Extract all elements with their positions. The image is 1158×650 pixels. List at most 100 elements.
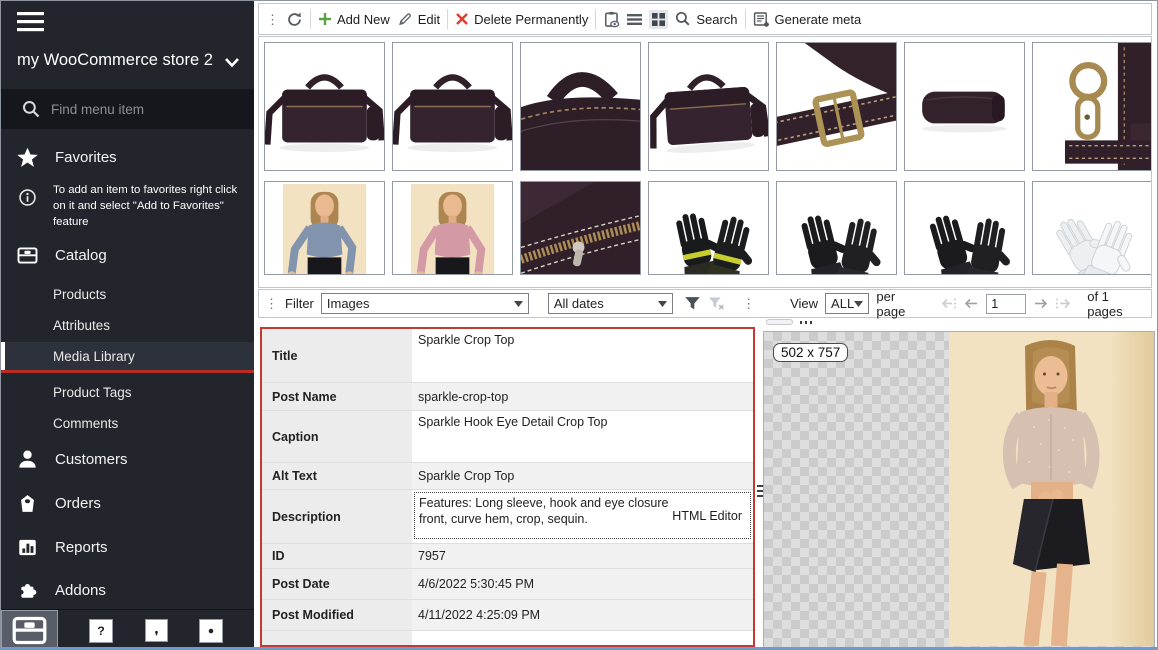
last-page-button[interactable]	[1055, 297, 1072, 310]
table-row[interactable]: Post Modified 4/11/2022 4:25:09 PM	[262, 600, 753, 631]
delete-permanently-button[interactable]: Delete Permanently	[455, 12, 588, 27]
sidebar-item-products[interactable]: Products	[1, 280, 254, 308]
star-icon	[16, 146, 39, 169]
thumbnail-model-blue-crop-top[interactable]	[264, 181, 385, 275]
sidebar-item-reports[interactable]: Reports	[1, 529, 254, 565]
per-page-select[interactable]: ALL	[825, 293, 869, 314]
thumbnail-bag-handle-closeup[interactable]	[520, 42, 641, 171]
chevron-down-icon	[224, 55, 240, 73]
edit-button[interactable]: Edit	[397, 11, 440, 27]
lock-icon[interactable]	[145, 619, 168, 642]
table-filler	[262, 631, 753, 645]
thumbnail-black-gloves[interactable]	[776, 181, 897, 275]
row-value[interactable]: Sparkle Hook Eye Detail Crop Top	[412, 411, 753, 462]
thumbnail-work-gloves[interactable]	[648, 181, 769, 275]
thumbnail-bag-front-alt[interactable]	[392, 42, 513, 171]
store-name: my WooCommerce store 2	[17, 51, 213, 70]
info-icon	[18, 188, 37, 212]
drag-grip-icon[interactable]: ⋮	[266, 13, 279, 26]
splitter-collapse-handle[interactable]	[766, 319, 793, 325]
thumbnail-white-gloves[interactable]	[1032, 181, 1152, 275]
description-text: Features: Long sleeve, hook and eye clos…	[419, 495, 681, 527]
row-value[interactable]: 7957	[412, 544, 753, 568]
drag-grip-icon[interactable]: ⋮	[742, 297, 755, 310]
refresh-button[interactable]	[286, 11, 303, 28]
media-details-table: Title Sparkle Crop Top Post Name sparkle…	[260, 327, 755, 647]
store-manager-window: my WooCommerce store 2 Favorites To add …	[0, 0, 1158, 650]
add-new-button[interactable]: Add New	[318, 12, 390, 27]
orders-icon	[16, 492, 39, 515]
thumbnail-bag-front[interactable]	[264, 42, 385, 171]
help-icon[interactable]: ?	[89, 619, 113, 643]
menu-search-input[interactable]	[49, 97, 239, 121]
sidebar-item-catalog[interactable]: Catalog	[1, 237, 254, 273]
type-filter-select[interactable]: Images	[321, 293, 529, 314]
pages-count-label: of 1 pages	[1087, 289, 1145, 319]
sidebar-item-attributes[interactable]: Attributes	[1, 311, 254, 339]
row-value[interactable]: Sparkle Crop Top	[412, 463, 753, 489]
thumbnail-bag-zipper-closeup[interactable]	[520, 181, 641, 275]
table-row-description[interactable]: Description Features: Long sleeve, hook …	[262, 490, 753, 544]
hamburger-icon[interactable]	[17, 12, 44, 32]
description-editor[interactable]: Features: Long sleeve, hook and eye clos…	[414, 492, 751, 539]
grid-view-button[interactable]	[649, 10, 668, 29]
toolbar-separator	[745, 9, 746, 29]
thumbnail-bag-angle[interactable]	[648, 42, 769, 171]
first-page-button[interactable]	[940, 297, 957, 310]
addons-icon	[16, 579, 39, 602]
sidebar-item-orders[interactable]: Orders	[1, 485, 254, 521]
table-row[interactable]: Caption Sparkle Hook Eye Detail Crop Top	[262, 411, 753, 463]
table-row[interactable]: ID 7957	[262, 544, 753, 569]
store-selector[interactable]: my WooCommerce store 2	[1, 47, 254, 79]
delete-x-icon	[455, 12, 469, 26]
thumbnail-model-pink-crop-top[interactable]	[392, 181, 513, 275]
list-view-button[interactable]	[627, 13, 642, 26]
sidebar-item-customers[interactable]: Customers	[1, 441, 254, 477]
table-row[interactable]: Post Date 4/6/2022 5:30:45 PM	[262, 569, 753, 600]
sidebar-item-comments[interactable]: Comments	[1, 409, 254, 437]
filter-label: Filter	[285, 296, 314, 311]
search-label: Search	[696, 12, 737, 27]
generate-meta-button[interactable]: Generate meta	[753, 11, 862, 28]
clear-filter-button[interactable]	[708, 296, 725, 311]
delete-label: Delete Permanently	[474, 12, 588, 27]
search-button[interactable]: Search	[675, 11, 737, 27]
thumbnail-black-gloves-alt[interactable]	[904, 181, 1025, 275]
image-dimensions-badge: 502 x 757	[773, 343, 848, 362]
last-page-icon	[1055, 297, 1072, 310]
date-filter-select[interactable]: All dates	[548, 293, 673, 314]
horizontal-splitter-grip[interactable]	[800, 321, 813, 324]
catalog-tab-icon[interactable]	[1, 610, 58, 650]
chevron-down-icon	[854, 301, 863, 307]
grid-view-icon	[652, 13, 665, 26]
sidebar-item-favorites[interactable]: Favorites	[1, 139, 254, 175]
row-value[interactable]: 4/6/2022 5:30:45 PM	[412, 569, 753, 599]
html-editor-link[interactable]: HTML Editor	[672, 508, 742, 524]
row-label: Alt Text	[262, 463, 412, 489]
sidebar-item-product-tags[interactable]: Product Tags	[1, 378, 254, 406]
thumbnail-strap-clasp-closeup[interactable]	[1032, 42, 1152, 171]
row-value[interactable]: Sparkle Crop Top	[412, 329, 753, 382]
settings-gear-icon[interactable]	[199, 619, 223, 643]
table-row[interactable]: Post Name sparkle-crop-top	[262, 383, 753, 411]
sidebar-item-media-library[interactable]: Media Library	[1, 342, 254, 370]
table-row[interactable]: Alt Text Sparkle Crop Top	[262, 463, 753, 490]
prev-page-button[interactable]	[964, 297, 979, 310]
thumbnail-belt-buckle-closeup[interactable]	[776, 42, 897, 171]
apply-filter-button[interactable]	[684, 296, 701, 311]
search-icon	[21, 99, 41, 119]
drag-grip-icon[interactable]: ⋮	[265, 297, 278, 310]
preview-photo[interactable]	[949, 332, 1154, 649]
preview-clipboard-button[interactable]	[603, 11, 620, 28]
row-value[interactable]: 4/11/2022 4:25:09 PM	[412, 600, 753, 630]
svg-text:?: ?	[97, 624, 105, 638]
thumbnail-leather-pouch[interactable]	[904, 42, 1025, 171]
page-number-input[interactable]	[986, 294, 1026, 314]
submenu-label: Media Library	[53, 349, 135, 364]
table-row[interactable]: Title Sparkle Crop Top	[262, 329, 753, 383]
next-page-button[interactable]	[1033, 297, 1048, 310]
row-label: Post Modified	[262, 600, 412, 630]
row-value[interactable]: sparkle-crop-top	[412, 383, 753, 410]
sidebar-item-addons[interactable]: Addons	[1, 572, 254, 608]
sidebar-search	[1, 89, 254, 129]
